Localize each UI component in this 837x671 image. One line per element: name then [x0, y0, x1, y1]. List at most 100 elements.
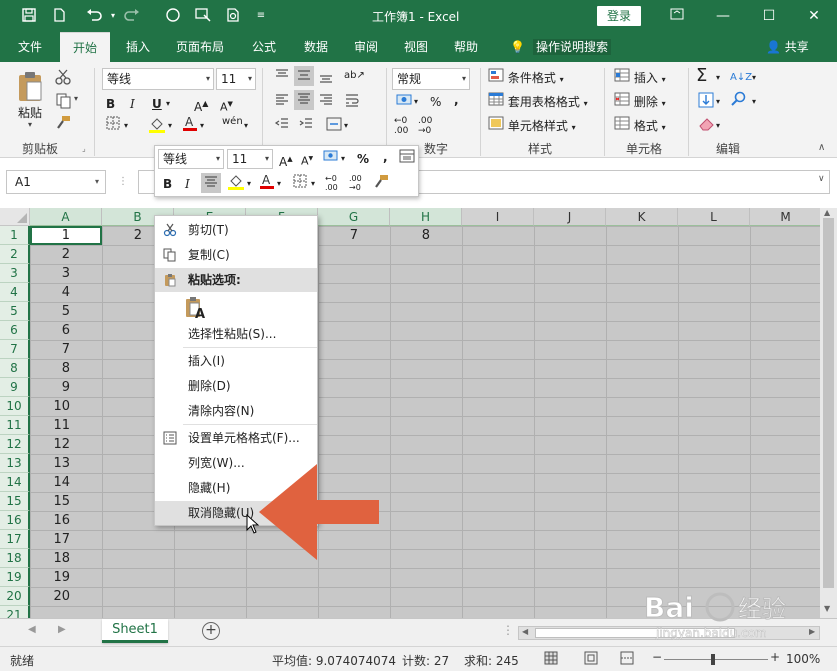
share-button[interactable]: 👤 共享	[766, 32, 809, 62]
tab-review[interactable]: 审阅	[344, 32, 388, 62]
collapse-ribbon-icon[interactable]: ∧	[818, 142, 825, 153]
maximize-icon[interactable]: ☐	[746, 0, 792, 32]
decrease-font-icon[interactable]: A▼	[220, 94, 233, 114]
mini-decrease-font-icon[interactable]: A▼	[301, 149, 313, 169]
tab-page-layout[interactable]: 页面布局	[168, 32, 232, 62]
tab-help[interactable]: 帮助	[444, 32, 488, 62]
cell-a5[interactable]: 5	[30, 302, 70, 321]
row-header-17[interactable]: 17	[0, 530, 30, 549]
format-cells-button[interactable]: 格式 ▾	[614, 116, 666, 136]
scroll-up-icon[interactable]: ▲	[824, 208, 830, 217]
increase-font-icon[interactable]: A▲	[194, 94, 208, 114]
tab-formulas[interactable]: 公式	[242, 32, 286, 62]
zoom-out-icon[interactable]: −	[652, 650, 662, 664]
row-header-21[interactable]: 21	[0, 606, 30, 618]
mini-accounting-icon[interactable]	[323, 149, 339, 169]
close-icon[interactable]: ✕	[791, 0, 837, 32]
cell-a2[interactable]: 2	[30, 245, 70, 264]
merge-dropdown-icon[interactable]: ▾	[344, 116, 348, 136]
cell-a14[interactable]: 14	[30, 473, 70, 492]
cell-a15[interactable]: 15	[30, 492, 70, 511]
copy-icon[interactable]	[54, 92, 72, 113]
customize-icon[interactable]: ≡	[252, 7, 270, 25]
vertical-scrollbar[interactable]: ▲ ▼	[820, 208, 837, 618]
row-header-6[interactable]: 6	[0, 321, 30, 340]
page-layout-icon[interactable]	[584, 651, 598, 668]
fill-icon[interactable]	[698, 92, 714, 112]
menu-item-cut[interactable]: 剪切(T)	[155, 218, 317, 242]
tab-data[interactable]: 数据	[294, 32, 338, 62]
name-box[interactable]: A1 ▾	[6, 170, 106, 194]
fill-color-icon[interactable]	[148, 116, 166, 136]
font-color-icon[interactable]: A	[182, 114, 198, 134]
row-header-7[interactable]: 7	[0, 340, 30, 359]
cell-a19[interactable]: 19	[30, 568, 70, 587]
accounting-dropdown-icon[interactable]: ▾	[414, 92, 418, 112]
row-header-8[interactable]: 8	[0, 359, 30, 378]
italic-icon[interactable]: I	[130, 94, 135, 114]
cell-a8[interactable]: 8	[30, 359, 70, 378]
page-break-icon[interactable]	[620, 651, 634, 668]
mini-decrease-decimal-icon[interactable]: .00 →0	[349, 174, 362, 194]
cell-g1[interactable]: 7	[318, 226, 358, 245]
row-header-19[interactable]: 19	[0, 568, 30, 587]
undo-dropdown-icon[interactable]: ▾	[104, 7, 122, 25]
tab-home[interactable]: 开始	[60, 32, 110, 62]
add-sheet-icon[interactable]: +	[202, 622, 220, 640]
cell-a20[interactable]: 20	[30, 587, 70, 606]
column-header-m[interactable]: M	[750, 208, 822, 226]
cell-b1[interactable]: 2	[102, 226, 142, 245]
sort-filter-icon[interactable]: A↓Z	[730, 68, 752, 88]
mini-increase-decimal-icon[interactable]: ←0.00	[325, 174, 338, 194]
mini-fill-color-icon[interactable]	[227, 174, 245, 194]
find-select-icon[interactable]	[730, 90, 748, 110]
column-header-i[interactable]: I	[462, 208, 534, 226]
conditional-format-button[interactable]: 条件格式 ▾	[488, 68, 564, 88]
new-file-icon[interactable]	[50, 7, 68, 25]
font-name-select[interactable]: 等线 ▾	[102, 68, 214, 90]
underline-icon[interactable]: U	[152, 94, 162, 114]
row-header-9[interactable]: 9	[0, 378, 30, 397]
increase-decimal-icon[interactable]: ←0.00	[394, 116, 408, 136]
row-header-18[interactable]: 18	[0, 549, 30, 568]
menu-item-clear-contents[interactable]: 清除内容(N)	[155, 399, 317, 423]
align-top-icon[interactable]	[274, 68, 290, 88]
mini-font-name-select[interactable]: 等线 ▾	[158, 149, 224, 169]
mini-font-color-icon[interactable]: A	[259, 172, 275, 192]
cell-h1[interactable]: 8	[390, 226, 430, 245]
zoom-slider[interactable]	[664, 659, 768, 660]
cell-a11[interactable]: 11	[30, 416, 70, 435]
mini-format-painter-icon[interactable]	[373, 174, 389, 194]
save-icon[interactable]	[20, 7, 38, 25]
orientation-icon[interactable]: ab↗	[344, 66, 365, 86]
cell-a3[interactable]: 3	[30, 264, 70, 283]
autosum-icon[interactable]: Σ	[696, 66, 707, 86]
mini-increase-font-icon[interactable]: A▲	[279, 149, 293, 169]
screenshot-icon[interactable]	[194, 7, 212, 25]
align-right-icon[interactable]	[318, 92, 334, 112]
cell-a9[interactable]: 9	[30, 378, 70, 397]
insert-cells-button[interactable]: 插入 ▾	[614, 68, 666, 88]
tab-file[interactable]: 文件	[8, 32, 52, 62]
cell-styles-button[interactable]: 单元格样式 ▾	[488, 116, 576, 136]
tab-insert[interactable]: 插入	[116, 32, 160, 62]
cell-a17[interactable]: 17	[30, 530, 70, 549]
mini-fill-dropdown-icon[interactable]: ▾	[247, 174, 251, 194]
column-header-a[interactable]: A	[30, 208, 102, 226]
scroll-down-icon[interactable]: ▼	[824, 604, 830, 613]
ribbon-display-icon[interactable]	[654, 0, 700, 32]
expand-formula-icon[interactable]: ∨	[818, 174, 825, 184]
decrease-decimal-icon[interactable]: .00 →0	[418, 116, 432, 136]
mini-format-cells-icon[interactable]	[399, 149, 415, 169]
delete-cells-button[interactable]: 删除 ▾	[614, 92, 666, 112]
column-header-h[interactable]: H	[390, 208, 462, 226]
menu-item-insert[interactable]: 插入(I)	[155, 349, 317, 373]
mini-italic-icon[interactable]: I	[185, 174, 190, 194]
phonetic-dropdown-icon[interactable]: ▾	[244, 116, 248, 136]
align-middle-icon[interactable]	[294, 66, 314, 86]
borders-icon[interactable]	[106, 116, 120, 136]
row-header-11[interactable]: 11	[0, 416, 30, 435]
bold-icon[interactable]: B	[106, 94, 115, 114]
select-all-button[interactable]	[0, 208, 30, 226]
row-header-20[interactable]: 20	[0, 587, 30, 606]
